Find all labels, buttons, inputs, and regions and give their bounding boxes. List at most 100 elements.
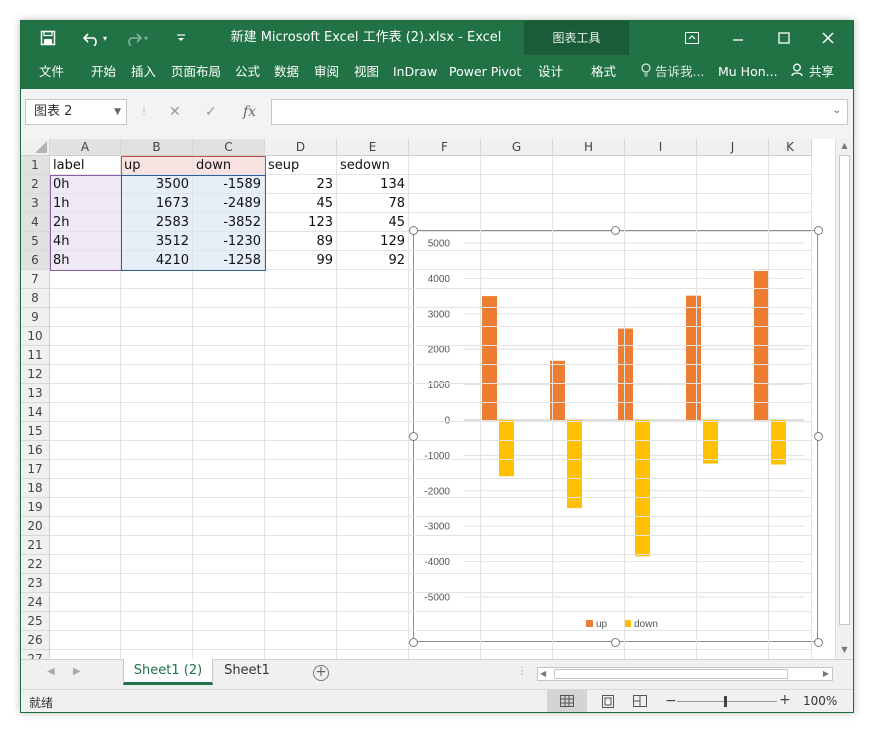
grid-cell[interactable] bbox=[553, 460, 625, 479]
scroll-down-arrow[interactable]: ▼ bbox=[839, 645, 850, 656]
row-header[interactable]: 9 bbox=[21, 308, 50, 327]
grid-cell[interactable] bbox=[50, 517, 121, 536]
grid-cell[interactable] bbox=[193, 346, 265, 365]
grid-cell[interactable] bbox=[121, 536, 193, 555]
grid-cell[interactable] bbox=[265, 631, 337, 650]
grid-cell[interactable] bbox=[121, 631, 193, 650]
grid-cell[interactable] bbox=[265, 555, 337, 574]
grid-cell[interactable] bbox=[697, 194, 769, 213]
grid-cell[interactable] bbox=[625, 308, 697, 327]
grid-cell[interactable] bbox=[193, 365, 265, 384]
grid-cell[interactable] bbox=[769, 574, 812, 593]
grid-cell[interactable] bbox=[121, 365, 193, 384]
grid-cell[interactable] bbox=[481, 194, 553, 213]
grid-cell[interactable] bbox=[697, 251, 769, 270]
grid-cell[interactable] bbox=[625, 517, 697, 536]
grid-cell[interactable] bbox=[481, 517, 553, 536]
tab-home[interactable]: 开始 bbox=[91, 55, 116, 89]
column-header[interactable]: E bbox=[337, 139, 409, 156]
grid-cell[interactable] bbox=[409, 555, 481, 574]
grid-cell[interactable] bbox=[50, 384, 121, 403]
grid-cell[interactable] bbox=[193, 308, 265, 327]
add-sheet-icon[interactable]: + bbox=[313, 665, 329, 681]
grid-cell[interactable] bbox=[337, 612, 409, 631]
grid-cell[interactable] bbox=[409, 365, 481, 384]
grid-cell[interactable] bbox=[193, 270, 265, 289]
save-icon[interactable] bbox=[31, 21, 65, 55]
grid-cell[interactable] bbox=[625, 631, 697, 650]
grid-cell[interactable] bbox=[409, 251, 481, 270]
grid-cell[interactable] bbox=[193, 593, 265, 612]
grid-cell[interactable] bbox=[481, 593, 553, 612]
tab-design[interactable]: 设计 bbox=[538, 55, 563, 89]
grid-cell[interactable] bbox=[553, 517, 625, 536]
grid-cell[interactable] bbox=[50, 574, 121, 593]
grid-cell[interactable] bbox=[625, 194, 697, 213]
header-cell[interactable]: seup bbox=[265, 156, 337, 175]
data-cell[interactable]: 1h bbox=[50, 194, 121, 213]
grid-cell[interactable] bbox=[769, 460, 812, 479]
grid-cell[interactable] bbox=[769, 213, 812, 232]
grid-cell[interactable] bbox=[409, 593, 481, 612]
worksheet-grid[interactable]: KJIHGFEDCBA 5000 4000 3000 2000 1000 0 -1000 -2… bbox=[21, 139, 853, 669]
row-header[interactable]: 17 bbox=[21, 460, 50, 479]
grid-cell[interactable] bbox=[625, 156, 697, 175]
grid-cell[interactable] bbox=[121, 555, 193, 574]
tell-me-box[interactable]: 告诉我... bbox=[641, 55, 704, 89]
grid-cell[interactable] bbox=[625, 175, 697, 194]
grid-cell[interactable] bbox=[769, 251, 812, 270]
grid-cell[interactable] bbox=[265, 270, 337, 289]
grid-cell[interactable] bbox=[121, 460, 193, 479]
grid-cell[interactable] bbox=[50, 460, 121, 479]
cancel-button[interactable]: ✕ bbox=[169, 99, 181, 125]
grid-cell[interactable] bbox=[481, 213, 553, 232]
grid-cell[interactable] bbox=[265, 384, 337, 403]
header-cell[interactable]: label bbox=[50, 156, 121, 175]
grid-cell[interactable] bbox=[481, 289, 553, 308]
data-cell[interactable]: 2h bbox=[50, 213, 121, 232]
grid-cell[interactable] bbox=[553, 232, 625, 251]
chart-resize-handle[interactable] bbox=[408, 637, 418, 647]
data-cell[interactable]: 23 bbox=[265, 175, 337, 194]
grid-cell[interactable] bbox=[50, 555, 121, 574]
grid-cell[interactable] bbox=[337, 555, 409, 574]
grid-cell[interactable] bbox=[409, 270, 481, 289]
grid-cell[interactable] bbox=[481, 498, 553, 517]
row-header[interactable]: 6 bbox=[21, 251, 50, 270]
redo-icon[interactable]: ▾ bbox=[121, 21, 151, 55]
grid-cell[interactable] bbox=[769, 194, 812, 213]
tab-file[interactable]: 文件 bbox=[39, 55, 64, 89]
zoom-in-button[interactable]: + bbox=[779, 692, 791, 708]
grid-cell[interactable] bbox=[697, 460, 769, 479]
grid-cell[interactable] bbox=[337, 593, 409, 612]
grid-cell[interactable] bbox=[769, 403, 812, 422]
grid-cell[interactable] bbox=[409, 441, 481, 460]
row-header[interactable]: 26 bbox=[21, 631, 50, 650]
formula-input[interactable]: ⌄ bbox=[271, 99, 848, 125]
grid-cell[interactable] bbox=[697, 175, 769, 194]
grid-cell[interactable] bbox=[625, 479, 697, 498]
grid-cell[interactable] bbox=[697, 289, 769, 308]
data-cell[interactable]: 4h bbox=[50, 232, 121, 251]
grid-cell[interactable] bbox=[697, 232, 769, 251]
grid-cell[interactable] bbox=[697, 536, 769, 555]
chart-resize-handle[interactable] bbox=[813, 637, 823, 647]
grid-cell[interactable] bbox=[337, 327, 409, 346]
row-header[interactable]: 25 bbox=[21, 612, 50, 631]
grid-cell[interactable] bbox=[337, 384, 409, 403]
column-header[interactable]: H bbox=[553, 139, 625, 156]
grid-cell[interactable] bbox=[625, 327, 697, 346]
column-header[interactable]: D bbox=[265, 139, 337, 156]
grid-cell[interactable] bbox=[265, 593, 337, 612]
grid-cell[interactable] bbox=[553, 536, 625, 555]
grid-cell[interactable] bbox=[697, 213, 769, 232]
grid-cell[interactable] bbox=[409, 289, 481, 308]
grid-cell[interactable] bbox=[769, 612, 812, 631]
grid-cell[interactable] bbox=[697, 517, 769, 536]
chart-resize-handle[interactable] bbox=[813, 225, 823, 235]
grid-cell[interactable] bbox=[481, 346, 553, 365]
grid-cell[interactable] bbox=[553, 251, 625, 270]
grid-cell[interactable] bbox=[265, 346, 337, 365]
grid-cell[interactable] bbox=[121, 384, 193, 403]
grid-cell[interactable] bbox=[337, 517, 409, 536]
